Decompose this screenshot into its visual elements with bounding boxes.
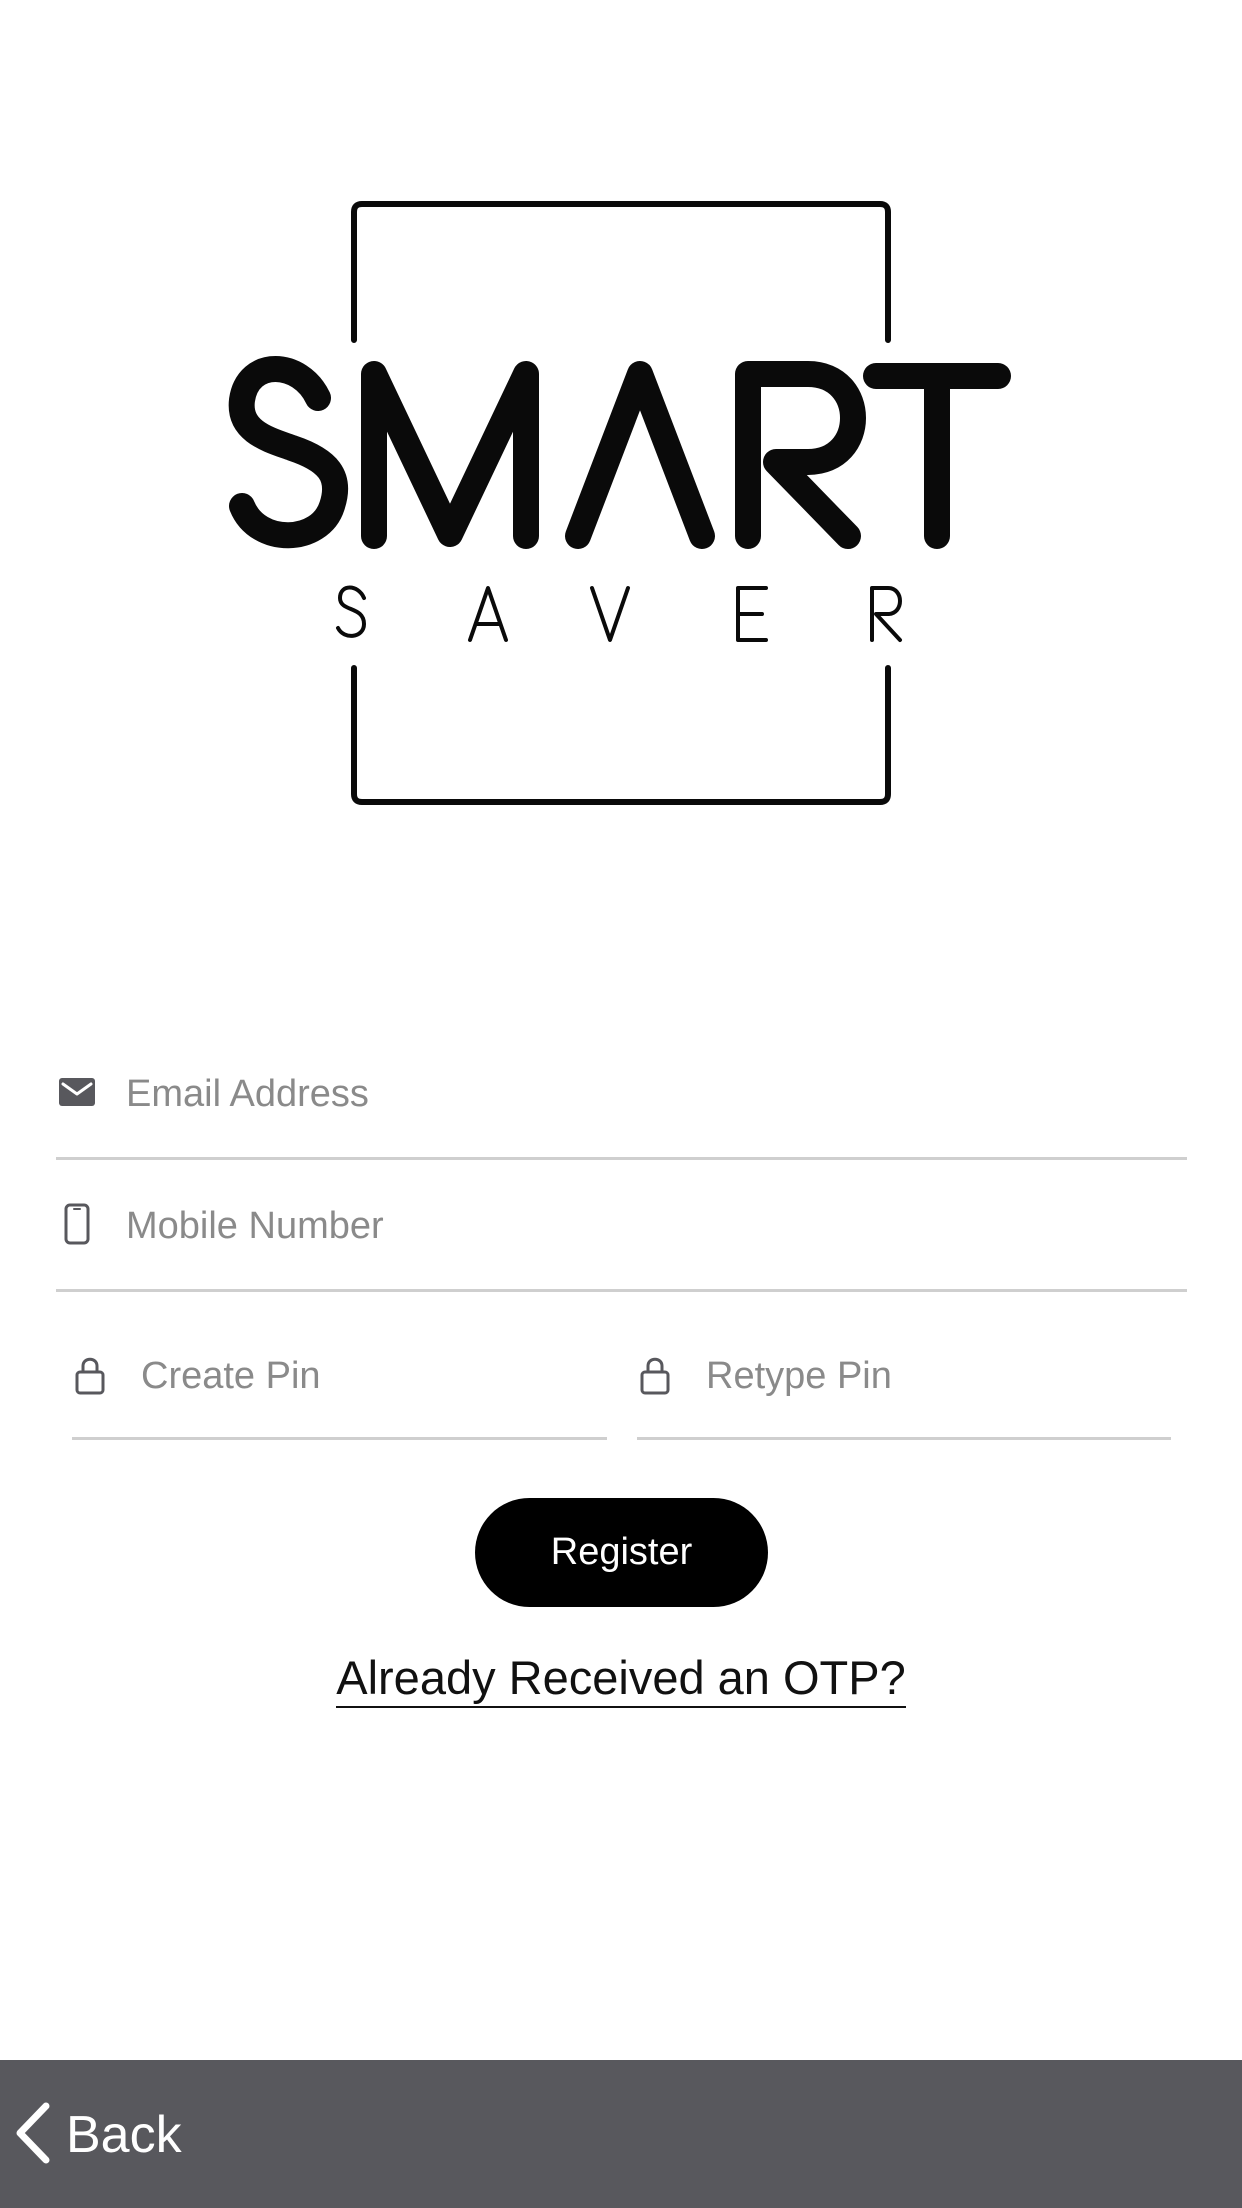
logo-graphic <box>228 201 1011 805</box>
already-received-otp-link[interactable]: Already Received an OTP? <box>336 1651 906 1708</box>
smartphone-icon <box>64 1203 90 1250</box>
mobile-field[interactable] <box>56 1172 1187 1292</box>
otp-link-container: Already Received an OTP? <box>0 1648 1242 1708</box>
mobile-input[interactable] <box>126 1202 1166 1250</box>
register-button[interactable]: Register <box>475 1498 768 1607</box>
back-button[interactable]: Back <box>14 2100 182 2170</box>
retype-pin-field[interactable] <box>637 1320 1171 1440</box>
create-pin-input[interactable] <box>141 1352 591 1400</box>
smart-saver-logo <box>0 0 1242 830</box>
email-input[interactable] <box>126 1070 1166 1118</box>
chevron-left-icon <box>14 2102 52 2169</box>
envelope-icon <box>58 1077 96 1112</box>
retype-pin-input[interactable] <box>706 1352 1156 1400</box>
create-pin-field[interactable] <box>72 1320 607 1440</box>
lock-icon <box>74 1355 106 1400</box>
back-label: Back <box>66 2106 182 2164</box>
bottom-bar: Back <box>0 2060 1242 2208</box>
email-field[interactable] <box>56 1040 1187 1160</box>
lock-icon <box>639 1355 671 1400</box>
